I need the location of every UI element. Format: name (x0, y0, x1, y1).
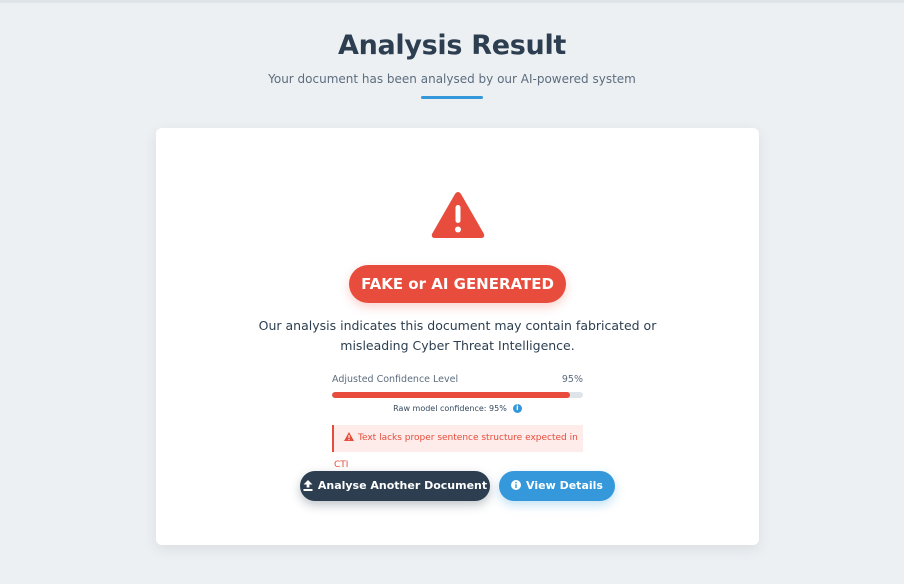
verdict-badge: FAKE or AI GENERATED (349, 265, 566, 303)
view-details-label: View Details (526, 479, 603, 492)
warning-alert: Text lacks proper sentence structure exp… (332, 425, 583, 470)
title-underline (421, 96, 483, 99)
info-circle-icon (511, 480, 522, 490)
alert-triangle-icon (344, 432, 354, 441)
raw-confidence-text: Raw model confidence: 95% (393, 404, 507, 413)
upload-icon (303, 479, 313, 491)
result-card: FAKE or AI GENERATED Our analysis indica… (156, 128, 759, 545)
page-subtitle: Your document has been analysed by our A… (268, 72, 636, 86)
warning-triangle-icon (431, 192, 485, 238)
confidence-value: 95% (561, 374, 583, 385)
page-header: Analysis Result Your document has been a… (0, 30, 904, 99)
alert-text: Text lacks proper sentence structure exp… (334, 433, 578, 470)
top-border (0, 0, 904, 3)
raw-confidence-row: Raw model confidence: 95% i (156, 404, 759, 413)
confidence-label: Adjusted Confidence Level (332, 374, 459, 385)
info-icon[interactable]: i (512, 404, 522, 413)
analyse-another-label: Analyse Another Document (317, 479, 488, 492)
confidence-bar (332, 392, 583, 398)
analyse-another-button[interactable]: Analyse Another Document (300, 471, 490, 501)
page-title: Analysis Result (337, 30, 567, 61)
result-description: Our analysis indicates this document may… (258, 318, 657, 353)
view-details-button[interactable]: View Details (499, 471, 615, 501)
confidence-bar-fill (332, 392, 571, 398)
